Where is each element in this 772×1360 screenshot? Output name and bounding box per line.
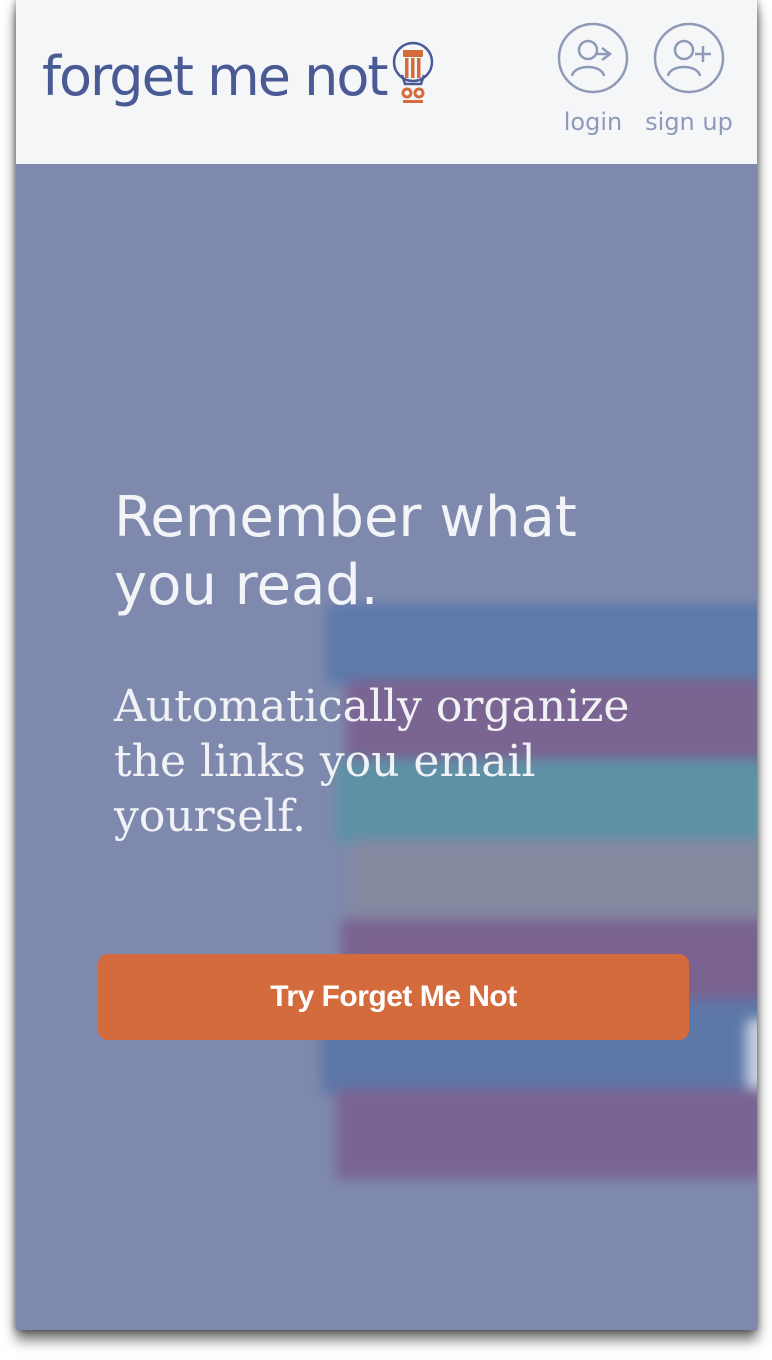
signup-button[interactable]: sign up — [644, 22, 734, 136]
signup-label: sign up — [645, 108, 733, 136]
user-add-icon — [653, 22, 725, 94]
lightbulb-logo-icon — [392, 41, 433, 103]
hero-headline: Remember what you read. — [114, 485, 577, 618]
top-header: forget me not login sign up — [16, 0, 757, 164]
login-label: login — [563, 108, 623, 136]
login-button[interactable]: login — [548, 22, 638, 136]
app-screen: forget me not login sign up Remember wha… — [16, 0, 757, 1330]
try-forget-me-not-button[interactable]: Try Forget Me Not — [98, 954, 689, 1040]
brand-logo-text: forget me not — [42, 45, 389, 108]
hero-subheadline: Automatically organize the links you ema… — [114, 681, 630, 842]
user-login-icon — [557, 22, 629, 94]
brand-logo[interactable]: forget me not — [42, 38, 437, 104]
hero-section: Remember what you read. Automatically or… — [16, 164, 757, 1330]
